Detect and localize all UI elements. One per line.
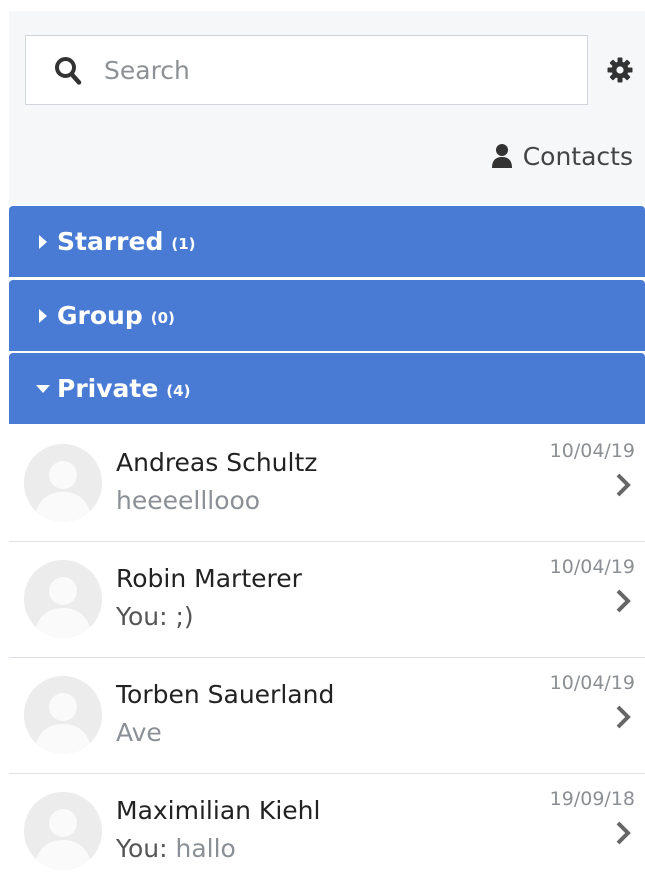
gear-icon[interactable] (607, 57, 633, 83)
chat-name: Robin Marterer (116, 564, 302, 593)
group-name: Group (57, 301, 143, 330)
chat-preview: heeeelllooo (116, 486, 260, 515)
chat-date: 19/09/18 (549, 788, 635, 810)
search-box[interactable] (25, 35, 588, 105)
chat-preview: You: hallo (116, 834, 236, 863)
chevron-right-icon (616, 705, 631, 729)
chat-preview: You: ;) (116, 602, 194, 631)
caret-down-icon (36, 384, 50, 393)
message-text: heeeelllooo (116, 486, 261, 515)
contacts-label: Contacts (522, 141, 633, 171)
chat-date: 10/04/19 (549, 440, 635, 462)
chevron-right-icon (616, 821, 631, 845)
group-name: Private (57, 374, 159, 403)
group-name: Starred (57, 227, 164, 256)
chat-item[interactable]: Torben Sauerland Ave 10/04/19 (9, 658, 645, 774)
caret-right-icon (39, 234, 47, 249)
search-input[interactable] (104, 36, 587, 104)
avatar (24, 444, 102, 522)
default-avatar-icon (24, 676, 102, 754)
person-icon (491, 144, 512, 168)
you-prefix: You: (116, 834, 176, 863)
chat-item[interactable]: Maximilian Kiehl You: hallo 19/09/18 (9, 774, 645, 889)
default-avatar-icon (24, 560, 102, 638)
chat-name: Torben Sauerland (116, 680, 335, 709)
chat-name: Maximilian Kiehl (116, 796, 321, 825)
group-group[interactable]: Group (0) (9, 280, 645, 351)
group-count: (0) (150, 308, 175, 327)
chat-list: Andreas Schultz heeeelllooo 10/04/19 Rob… (9, 426, 645, 889)
contacts-link[interactable]: Contacts (491, 139, 633, 173)
default-avatar-icon (24, 444, 102, 522)
chat-name: Andreas Schultz (116, 448, 318, 477)
chat-preview: Ave (116, 718, 162, 747)
group-starred[interactable]: Starred (1) (9, 206, 645, 277)
search-icon (55, 57, 82, 85)
chat-item[interactable]: Andreas Schultz heeeelllooo 10/04/19 (9, 426, 645, 542)
sidebar-header: Contacts (9, 11, 645, 205)
chat-date: 10/04/19 (549, 556, 635, 578)
avatar (24, 560, 102, 638)
chat-item[interactable]: Robin Marterer You: ;) 10/04/19 (9, 542, 645, 658)
chevron-right-icon (616, 473, 631, 497)
you-prefix: You: (116, 602, 176, 631)
caret-right-icon (39, 308, 47, 323)
message-text: hallo (175, 834, 236, 863)
message-text: ;) (175, 602, 194, 631)
chevron-right-icon (616, 589, 631, 613)
message-text: Ave (116, 718, 162, 747)
chat-date: 10/04/19 (549, 672, 635, 694)
avatar (24, 792, 102, 870)
group-count: (4) (166, 381, 191, 400)
avatar (24, 676, 102, 754)
group-private[interactable]: Private (4) (9, 353, 645, 424)
group-count: (1) (171, 234, 196, 253)
chat-sidebar: Contacts Starred (1) Group (0) Private (… (0, 0, 645, 889)
default-avatar-icon (24, 792, 102, 870)
